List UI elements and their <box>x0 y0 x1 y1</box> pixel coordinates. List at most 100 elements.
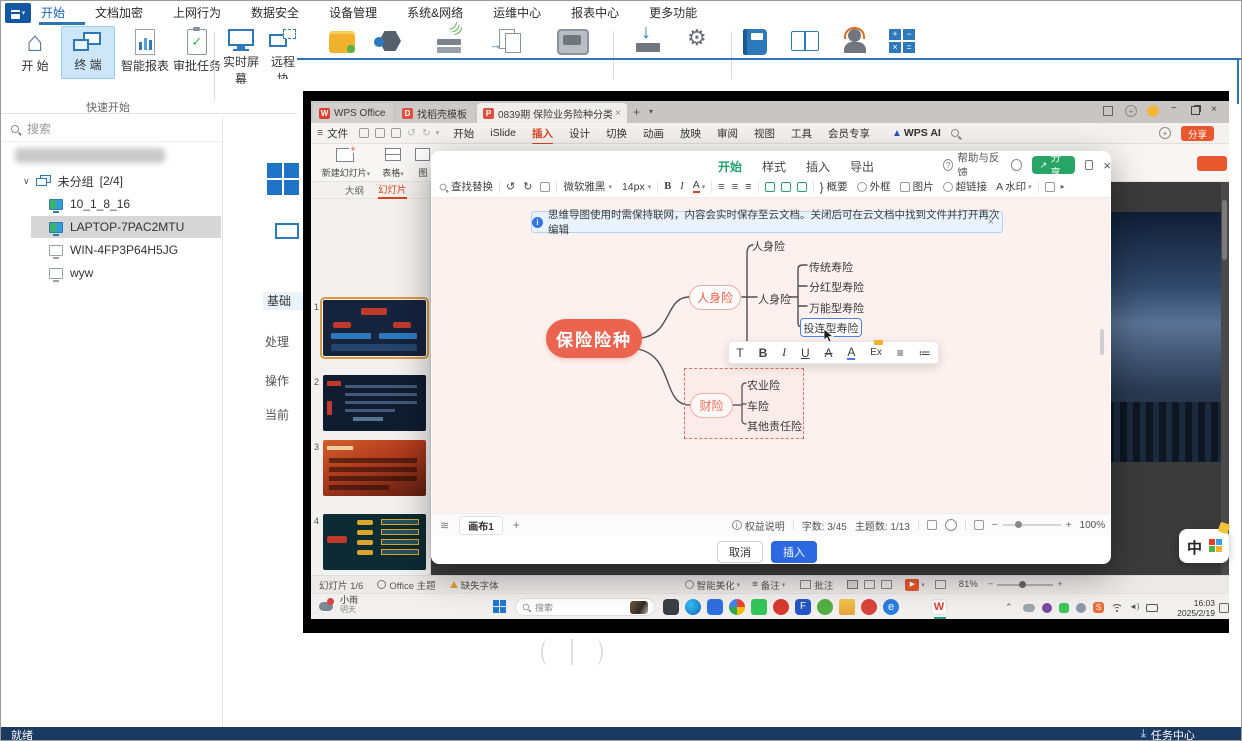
menu-item-more[interactable]: 更多功能 <box>649 4 697 21</box>
slide-thumbnail-1[interactable] <box>320 297 429 359</box>
undo-icon[interactable]: ↺ <box>407 127 416 139</box>
taskbar-red-app-icon[interactable] <box>861 599 877 615</box>
fullscreen-icon[interactable] <box>934 580 946 589</box>
tab-list-icon[interactable]: ▾ <box>649 107 653 116</box>
dock-window-icon[interactable] <box>1084 160 1094 170</box>
table-button[interactable]: 表格▾ <box>377 147 409 179</box>
hamburger-icon[interactable]: ≡ <box>317 127 323 139</box>
font-family-select[interactable]: 微软雅黑 ▾ <box>563 179 612 194</box>
settings-tool-icon[interactable]: ⚙ <box>687 27 707 49</box>
add-canvas-icon[interactable]: + <box>513 518 520 532</box>
mindmap-leaf-node[interactable]: 其他责任险 <box>747 418 802 434</box>
tray-clock[interactable]: 16:03 2025/2/19 <box>1167 598 1215 618</box>
undo-icon[interactable]: ↺ <box>506 180 515 193</box>
mindmap-leaf-node[interactable]: 分红型寿险 <box>809 279 864 295</box>
cancel-button[interactable]: 取消 <box>717 541 763 563</box>
manual-tool-icon[interactable] <box>743 29 767 55</box>
align-left-icon[interactable]: ≡ <box>718 181 724 193</box>
dialog-tab-export[interactable]: 导出 <box>848 158 876 175</box>
canvas-scrollbar-thumb[interactable] <box>1100 329 1104 355</box>
dialog-tab-insert[interactable]: 插入 <box>804 158 832 175</box>
tab-close-icon[interactable]: × <box>615 108 621 119</box>
strikethrough-icon[interactable]: A <box>824 346 832 360</box>
text-style-icon[interactable]: T <box>736 346 743 360</box>
wps-doc-tab-active[interactable]: P 0839期 保险业务险种分类、人 × <box>477 103 627 123</box>
toolbar-remote-assist-button[interactable]: 远程协 <box>266 27 300 79</box>
hidden-panel-label[interactable]: 处理 <box>265 333 303 350</box>
menu-item-ops-center[interactable]: 运维中心 <box>493 4 541 21</box>
wps-share-button[interactable]: 分享 <box>1181 126 1215 141</box>
tray-qq-icon[interactable] <box>1042 603 1052 613</box>
mode-icon[interactable] <box>1011 159 1022 171</box>
toolbar-terminal-button[interactable]: 终 端 <box>61 26 115 79</box>
frame-button[interactable]: 外框 <box>856 179 891 194</box>
ribbon-search-icon[interactable] <box>950 129 959 137</box>
image-button[interactable]: 图片 <box>899 179 934 194</box>
file-menu[interactable]: 文件 <box>327 126 348 141</box>
database-tool-icon[interactable] <box>329 31 355 53</box>
support-tool-icon[interactable] <box>841 27 869 55</box>
start-button[interactable] <box>493 600 507 614</box>
sorter-view-icon[interactable] <box>864 580 876 589</box>
ribbon-tab-start[interactable]: 开始 <box>445 126 482 141</box>
outline-tab[interactable]: 大纲 <box>345 183 364 197</box>
zoom-in-icon[interactable]: + <box>1057 579 1063 590</box>
align-center-icon[interactable]: ≡ <box>732 181 738 193</box>
taskbar-file-explorer-icon[interactable] <box>663 599 679 615</box>
redo-icon[interactable]: ↻ <box>523 180 532 193</box>
italic-icon[interactable]: I <box>680 181 684 192</box>
slide-thumbnail-2[interactable] <box>323 375 426 431</box>
minimap-icon[interactable] <box>973 520 984 530</box>
tray-cloud-icon[interactable] <box>1023 604 1035 612</box>
device-row[interactable]: wyw <box>1 262 223 284</box>
menu-item-sys-network[interactable]: 系统&网络 <box>407 4 463 21</box>
more-tools-icon[interactable] <box>1044 181 1055 192</box>
mindmap-leaf-node[interactable]: 传统寿险 <box>809 259 853 275</box>
menu-item-web-behavior[interactable]: 上网行为 <box>173 4 221 21</box>
dialog-close-icon[interactable]: × <box>1103 158 1111 173</box>
wps-ai-icon[interactable]: ▲ <box>892 128 902 139</box>
hyperlink-button[interactable]: 超链接 <box>942 179 987 194</box>
ribbon-tab-slideshow[interactable]: 放映 <box>672 126 709 141</box>
menu-item-device-mgmt[interactable]: 设备管理 <box>329 4 377 21</box>
ribbon-tab-transition[interactable]: 切换 <box>598 126 635 141</box>
notification-center-icon[interactable] <box>1219 603 1229 613</box>
play-dropdown-icon[interactable]: ▾ <box>921 581 925 589</box>
underline-icon[interactable]: U <box>801 346 810 360</box>
chevron-down-icon[interactable]: ∨ <box>23 176 30 187</box>
zoom-out-icon[interactable]: − <box>992 520 998 531</box>
slides-tab[interactable]: 幻灯片 <box>378 182 407 199</box>
canvas-list-icon[interactable]: ≋ <box>440 519 449 532</box>
toolbar-overflow-icon[interactable]: ▸ <box>1061 182 1065 191</box>
mindmap-branch-node[interactable]: 人身险 <box>689 285 741 310</box>
mindmap-text-node[interactable]: 人身险 <box>752 238 785 254</box>
mindmap-text-node[interactable]: 人身险 <box>758 291 791 307</box>
hidden-panel-label[interactable]: 基础 <box>263 292 303 310</box>
mindmap-leaf-node[interactable]: 万能型寿险 <box>809 300 864 316</box>
globe-icon[interactable]: + <box>1125 105 1137 117</box>
ribbon-tab-insert[interactable]: 插入 <box>524 126 561 145</box>
comments-label[interactable]: 批注 <box>814 578 833 592</box>
tray-sogou-icon[interactable]: S <box>1093 602 1104 613</box>
watermark-button[interactable]: A 水印 ▾ <box>996 179 1032 194</box>
italic-icon[interactable]: I <box>782 345 786 360</box>
blurred-root-node[interactable] <box>15 148 165 163</box>
slide-thumbnail-3[interactable] <box>323 440 426 496</box>
quickbar-dropdown-icon[interactable]: ▾ <box>436 129 440 137</box>
ribbon-tab-member[interactable]: 会员专享 <box>820 126 878 141</box>
doc-transfer-tool-icon[interactable]: → <box>489 29 521 55</box>
notes-label[interactable]: 备注 <box>761 578 780 592</box>
device-row-selected[interactable]: LAPTOP-7PAC2MTU <box>31 216 221 238</box>
taskbar-ie-icon[interactable]: e <box>883 599 899 615</box>
tray-wechat-icon[interactable] <box>1059 603 1069 613</box>
zoom-slider[interactable] <box>1002 521 1061 528</box>
tray-volume-icon[interactable]: ◄) <box>1129 602 1140 611</box>
locate-icon[interactable] <box>944 519 957 531</box>
restore-icon[interactable] <box>1191 106 1200 115</box>
reading-view-icon[interactable] <box>881 580 893 589</box>
tray-wifi-icon[interactable] <box>1111 604 1123 613</box>
ribbon-tab-design[interactable]: 设计 <box>561 126 598 141</box>
menu-item-data-security[interactable]: 数据安全 <box>251 4 299 21</box>
canvas-tab[interactable]: 画布1 <box>459 515 503 535</box>
mindmap-canvas[interactable]: i 思维导图使用时需保持联网，内容会实时保存至云文档。关闭后可在云文档中找到文件… <box>432 198 1110 513</box>
